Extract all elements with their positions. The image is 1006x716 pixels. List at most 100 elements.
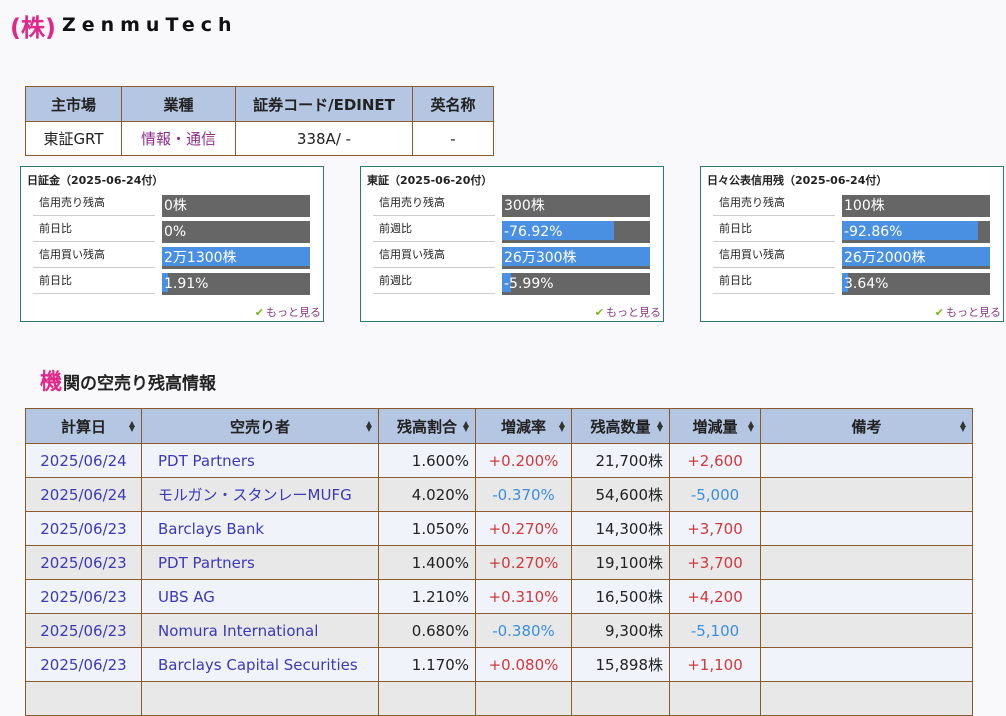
box-row-value: 300株 xyxy=(504,198,545,214)
box-row-value: 1.91% xyxy=(164,276,209,292)
info-header-code: 証券コード/EDINET xyxy=(235,86,413,122)
cell-change-qty: +3,700 xyxy=(669,545,761,580)
box-row-bar: 1.91% xyxy=(162,273,310,295)
sort-header-ratio[interactable]: 残高割合 ▲ ▼ xyxy=(378,408,476,444)
sort-arrows-icon: ▲ ▼ xyxy=(656,419,663,433)
sort-arrows-icon: ▲ ▼ xyxy=(747,419,754,433)
info-value-row: 東証GRT 情報・通信 338A/ - - xyxy=(25,121,494,156)
sort-arrows-icon: ▲ ▼ xyxy=(462,419,469,433)
cell-change-rate: -0.370% xyxy=(475,477,572,512)
cell-change-rate: +0.200% xyxy=(475,443,572,478)
table-row: 2025/06/23 Nomura International 0.680% -0.3… xyxy=(25,613,973,648)
box-row-label: 前日比 xyxy=(713,220,835,242)
section-title-text: 関の空売り残高情報 xyxy=(63,374,217,394)
box-row-value: 2万1300株 xyxy=(164,250,237,266)
table-header-row: 計算日 ▲ ▼ 空売り者 ▲ ▼ 残高割合 ▲ ▼ 増減率 ▲ ▼ 残高数量 ▲ ▼ 増減量 ▲ ▼ 備… xyxy=(25,408,973,444)
box-row-value: 100株 xyxy=(844,198,885,214)
check-icon: ✔ xyxy=(934,305,944,319)
cell-seller-link[interactable]: UBS AG xyxy=(141,579,379,614)
cell-notes xyxy=(760,443,973,478)
box-row-label: 信用買い残高 xyxy=(373,246,495,268)
info-market: 東証GRT xyxy=(25,121,122,156)
cell-notes xyxy=(760,681,973,716)
section-title: 機 関の空売り残高情報 xyxy=(40,366,216,396)
cell-seller-link[interactable]: PDT Partners xyxy=(141,545,379,580)
box-row: 信用買い残高 26万300株 xyxy=(373,246,661,270)
cell-seller-link[interactable]: Barclays Capital Securities xyxy=(141,647,379,682)
logo-company-name: ZenmuTech xyxy=(61,14,238,36)
section-title-initial: 機 xyxy=(40,370,63,395)
box-row-bar: 300株 xyxy=(502,195,650,217)
info-industry-link[interactable]: 情報・通信 xyxy=(121,121,236,156)
box-title: 日証金（2025-06-24付） xyxy=(27,174,164,187)
cell-date: 2025/06/24 xyxy=(25,477,142,512)
box-row-value: -5.99% xyxy=(504,276,554,292)
more-link[interactable]: ✔ もっと見る xyxy=(255,304,321,320)
cell-change-qty: +4,200 xyxy=(669,579,761,614)
cell-change-qty: +1,100 xyxy=(669,647,761,682)
box-row-bar: -76.92% xyxy=(502,221,650,243)
table-row: 2025/06/24 モルガン・スタンレーMUFG 4.020% -0.370% 54,… xyxy=(25,477,973,512)
box-row-value: -92.86% xyxy=(844,224,903,240)
sort-arrows-icon: ▲ ▼ xyxy=(128,419,135,433)
cell-quantity xyxy=(571,681,670,716)
sort-header-quantity[interactable]: 残高数量 ▲ ▼ xyxy=(571,408,670,444)
table-row: 2025/06/23 UBS AG 1.210% +0.310% 16,500株 +4,2… xyxy=(25,579,973,614)
cell-date: 2025/06/23 xyxy=(25,647,142,682)
cell-notes xyxy=(760,579,973,614)
cell-change-rate: +0.270% xyxy=(475,545,572,580)
box-row-bar: 26万2000株 xyxy=(842,247,990,269)
cell-seller-link[interactable]: Barclays Bank xyxy=(141,511,379,546)
sort-arrows-icon: ▲ ▼ xyxy=(365,419,372,433)
box-row-bar: 26万300株 xyxy=(502,247,650,269)
company-logo[interactable]: (株) ZenmuTech xyxy=(10,10,238,42)
box-row: 前週比 -5.99% xyxy=(373,272,661,296)
sort-header-notes[interactable]: 備考 ▲ ▼ xyxy=(760,408,973,444)
box-row-bar: 0株 xyxy=(162,195,310,217)
cell-quantity: 14,300株 xyxy=(571,511,670,546)
sort-header-change-rate[interactable]: 増減率 ▲ ▼ xyxy=(475,408,572,444)
cell-date: 2025/06/23 xyxy=(25,579,142,614)
box-row-label: 信用売り残高 xyxy=(373,194,495,216)
box-row-bar: -5.99% xyxy=(502,273,650,295)
stock-info-table: 主市場 業種 証券コード/EDINET 英名称 東証GRT 情報・通信 338A… xyxy=(25,86,494,156)
sort-header-seller[interactable]: 空売り者 ▲ ▼ xyxy=(141,408,379,444)
short-selling-table: 計算日 ▲ ▼ 空売り者 ▲ ▼ 残高割合 ▲ ▼ 増減率 ▲ ▼ 残高数量 ▲ ▼ 増減量 ▲ ▼ 備… xyxy=(25,408,973,716)
box-row-value: 0% xyxy=(164,224,187,240)
margin-box-daily: 日々公表信用残（2025-06-24付） 信用売り残高 100株 前日比 -92.8… xyxy=(700,166,1004,322)
cell-seller-link[interactable]: PDT Partners xyxy=(141,443,379,478)
cell-notes xyxy=(760,613,973,648)
cell-quantity: 19,100株 xyxy=(571,545,670,580)
box-row-bar: 2万1300株 xyxy=(162,247,310,269)
box-row: 前日比 1.91% xyxy=(33,272,321,296)
box-row-label: 前日比 xyxy=(33,272,155,294)
table-row: 2025/06/24 PDT Partners 1.600% +0.200% 21,70… xyxy=(25,443,973,478)
cell-change-rate: +0.080% xyxy=(475,647,572,682)
cell-quantity: 15,898株 xyxy=(571,647,670,682)
box-row: 信用買い残高 26万2000株 xyxy=(713,246,1001,270)
cell-notes xyxy=(760,511,973,546)
cell-seller-link[interactable]: Nomura International xyxy=(141,613,379,648)
table-row: 2025/06/23 Barclays Capital Securities 1.1… xyxy=(25,647,973,682)
cell-notes xyxy=(760,647,973,682)
cell-change-qty: +2,600 xyxy=(669,443,761,478)
cell-notes xyxy=(760,477,973,512)
box-row: 信用買い残高 2万1300株 xyxy=(33,246,321,270)
more-link[interactable]: ✔ もっと見る xyxy=(935,304,1001,320)
more-link-label: もっと見る xyxy=(946,306,1001,319)
cell-date: 2025/06/23 xyxy=(25,613,142,648)
box-row: 前週比 -76.92% xyxy=(373,220,661,244)
cell-date: 2025/06/23 xyxy=(25,511,142,546)
sort-header-change-qty[interactable]: 増減量 ▲ ▼ xyxy=(669,408,761,444)
info-header-row: 主市場 業種 証券コード/EDINET 英名称 xyxy=(25,86,494,122)
box-row-bar: 3.64% xyxy=(842,273,990,295)
cell-seller-link[interactable]: モルガン・スタンレーMUFG xyxy=(141,477,379,512)
cell-change-rate: +0.270% xyxy=(475,511,572,546)
table-row: 2025/06/23 Barclays Bank 1.050% +0.270% 14,3… xyxy=(25,511,973,546)
more-link[interactable]: ✔ もっと見る xyxy=(595,304,661,320)
cell-date xyxy=(25,681,142,716)
sort-header-date[interactable]: 計算日 ▲ ▼ xyxy=(25,408,142,444)
box-row-bar: -92.86% xyxy=(842,221,990,243)
table-row: 2025/06/23 PDT Partners 1.400% +0.270% 19,10… xyxy=(25,545,973,580)
table-row xyxy=(25,681,973,716)
